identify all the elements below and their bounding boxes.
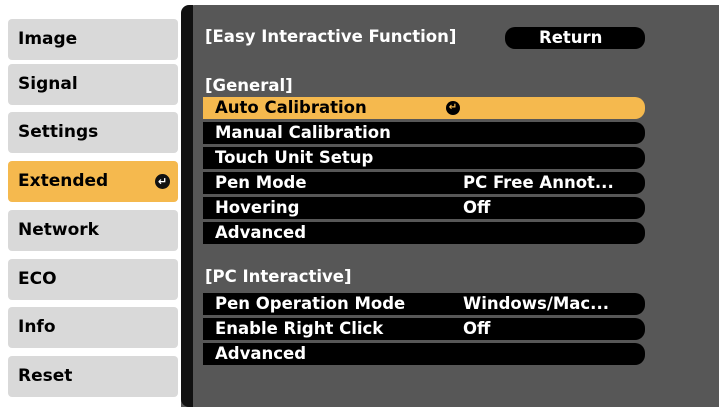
menu-row-touch-unit-setup[interactable]: Touch Unit Setup [203, 147, 645, 169]
sidebar-item-extended[interactable]: Extended ↵ [8, 161, 178, 202]
menu-row-pen-mode[interactable]: Pen Mode PC Free Annot... [203, 172, 645, 194]
projector-menu-screen: Image Signal Settings Extended ↵ Network… [0, 0, 719, 407]
sidebar-item-label: Extended [18, 171, 109, 191]
row-value: PC Free Annot... [463, 173, 614, 192]
sidebar-item-signal[interactable]: Signal [8, 64, 178, 105]
menu-row-auto-calibration[interactable]: Auto Calibration ↵ [203, 97, 645, 119]
menu-row-pen-operation-mode[interactable]: Pen Operation Mode Windows/Mac... [203, 293, 645, 315]
enter-icon: ↵ [155, 174, 170, 189]
menu-row-advanced-general[interactable]: Advanced [203, 222, 645, 244]
sidebar-item-settings[interactable]: Settings [8, 112, 178, 153]
menu-row-hovering[interactable]: Hovering Off [203, 197, 645, 219]
sidebar-item-label: Info [18, 317, 56, 337]
row-label: Manual Calibration [215, 123, 391, 142]
panel-edge-strip [181, 5, 193, 407]
sidebar-item-label: Signal [18, 74, 78, 94]
row-label: Pen Mode [215, 173, 307, 192]
menu-row-manual-calibration[interactable]: Manual Calibration [203, 122, 645, 144]
section-heading-pc-interactive: [PC Interactive] [205, 267, 352, 286]
sidebar-item-info[interactable]: Info [8, 307, 178, 348]
sidebar-item-eco[interactable]: ECO [8, 259, 178, 300]
row-label: Advanced [215, 344, 306, 363]
sidebar-item-image[interactable]: Image [8, 19, 178, 60]
enter-icon: ↵ [446, 101, 460, 115]
row-label: Hovering [215, 198, 300, 217]
sidebar-item-reset[interactable]: Reset [8, 356, 178, 397]
row-label: Touch Unit Setup [215, 148, 374, 167]
row-value: Windows/Mac... [463, 294, 609, 313]
menu-row-enable-right-click[interactable]: Enable Right Click Off [203, 318, 645, 340]
return-button[interactable]: Return [505, 27, 645, 49]
row-label: Advanced [215, 223, 306, 242]
sidebar-item-label: Settings [18, 122, 99, 142]
sidebar-item-label: Reset [18, 366, 73, 386]
section-heading-general: [General] [205, 76, 293, 95]
panel-title: [Easy Interactive Function] [205, 27, 457, 46]
sidebar-item-network[interactable]: Network [8, 210, 178, 251]
row-value: Off [463, 319, 491, 338]
row-label: Pen Operation Mode [215, 294, 406, 313]
menu-row-advanced-pc[interactable]: Advanced [203, 343, 645, 365]
sidebar-item-label: ECO [18, 269, 57, 289]
sidebar-item-label: Image [18, 29, 78, 49]
row-label: Enable Right Click [215, 319, 384, 338]
row-value: Off [463, 198, 491, 217]
sidebar-item-label: Network [18, 220, 99, 240]
row-label: Auto Calibration [215, 98, 367, 117]
